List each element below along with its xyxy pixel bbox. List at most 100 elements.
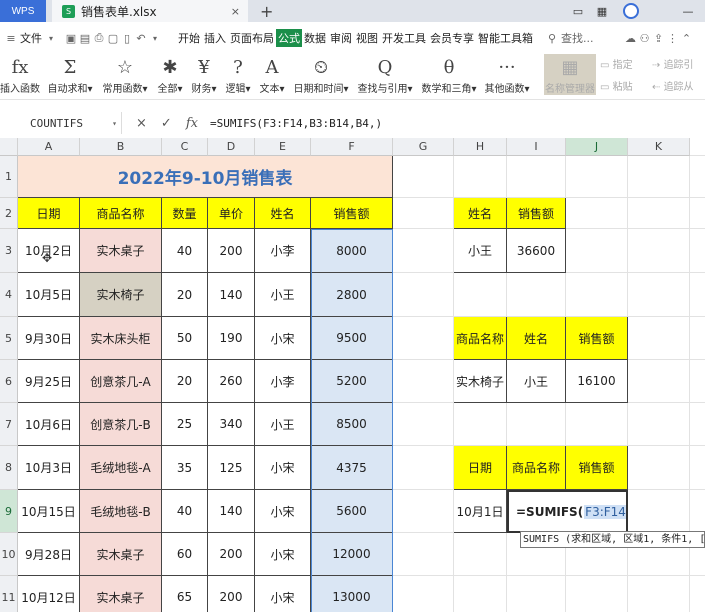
table-cell[interactable]: 25 — [162, 403, 208, 446]
layout-icon[interactable]: ▭ — [568, 0, 588, 22]
cloud-sync-icon[interactable]: ☁ — [624, 31, 638, 45]
menu-tab-insert[interactable]: 插入 — [202, 30, 228, 46]
table-cell[interactable]: 140 — [208, 273, 255, 317]
table-cell[interactable]: 340 — [208, 403, 255, 446]
lookup3-header[interactable]: 日期 — [454, 446, 507, 490]
lookup2-value[interactable]: 实木椅子 — [454, 360, 507, 403]
menu-tab-developer[interactable]: 开发工具 — [380, 30, 428, 46]
undo-icon[interactable]: ↶ — [134, 31, 148, 45]
trace-dependents-button[interactable]: ⇠ 追踪从 — [652, 78, 694, 93]
lookup3-date[interactable]: 10月1日 — [454, 490, 507, 533]
table-cell[interactable]: 10月12日 — [18, 576, 80, 612]
menu-tab-smart-toolbox[interactable]: 智能工具箱 — [476, 30, 535, 46]
all-functions-button[interactable]: ✱ 全部▾ — [154, 54, 186, 96]
collaborate-icon[interactable]: ⚇ — [638, 31, 652, 45]
row-header-10[interactable]: 10 — [0, 533, 18, 576]
chevron-down-icon[interactable]: ▾ — [44, 31, 58, 45]
confirm-icon[interactable]: ✓ — [161, 116, 172, 131]
table-cell[interactable]: 10月15日 — [18, 490, 80, 533]
wps-home-tab[interactable]: WPS — [0, 0, 46, 22]
table-cell[interactable]: 实木椅子 — [80, 273, 162, 317]
table-cell[interactable]: 200 — [208, 576, 255, 612]
hamburger-menu-icon[interactable]: ≡ — [4, 31, 18, 45]
table-cell[interactable]: 实木桌子 — [80, 533, 162, 576]
table-cell[interactable]: 65 — [162, 576, 208, 612]
fx-icon[interactable]: fx — [186, 116, 198, 131]
table-cell[interactable]: 小宋 — [255, 576, 311, 612]
column-header-c[interactable]: C — [162, 138, 208, 156]
row-header-7[interactable]: 7 — [0, 403, 18, 446]
financial-button[interactable]: ¥ 财务▾ — [188, 54, 220, 96]
print-icon[interactable]: ⎙ — [92, 31, 106, 45]
column-header-e[interactable]: E — [255, 138, 311, 156]
row-header-2[interactable]: 2 — [0, 198, 18, 229]
name-box[interactable]: COUNTIFS ▾ — [0, 112, 122, 134]
lookup-reference-button[interactable]: Q 查找与引用▾ — [354, 54, 416, 96]
row-header-1[interactable]: 1 — [0, 156, 18, 198]
lookup2-header[interactable]: 销售额 — [566, 317, 628, 360]
lookup3-formula-cell[interactable]: =SUMIFS(F3:F14,B3:B14,B4,) — [507, 490, 628, 533]
preview-icon[interactable]: ▢ — [106, 31, 120, 45]
row-header-9[interactable]: 9 — [0, 490, 18, 533]
lookup2-header[interactable]: 姓名 — [507, 317, 566, 360]
table-header[interactable]: 单价 — [208, 198, 255, 229]
paste-name-button[interactable]: ▭ 粘贴 — [600, 78, 633, 93]
text-button[interactable]: A 文本▾ — [256, 54, 288, 96]
table-cell[interactable]: 200 — [208, 533, 255, 576]
close-tab-icon[interactable]: × — [231, 5, 240, 18]
lookup3-header[interactable]: 销售额 — [566, 446, 628, 490]
share-icon[interactable]: ⇪ — [652, 31, 666, 45]
table-cell[interactable]: 小李 — [255, 360, 311, 403]
date-time-button[interactable]: ⏲ 日期和时间▾ — [290, 54, 352, 96]
table-header[interactable]: 商品名称 — [80, 198, 162, 229]
table-header[interactable]: 销售额 — [311, 198, 393, 229]
table-cell[interactable]: 小李 — [255, 229, 311, 273]
define-name-button[interactable]: ▭ 指定 — [600, 56, 633, 71]
table-cell[interactable]: 190 — [208, 317, 255, 360]
table-cell[interactable]: 10月3日 — [18, 446, 80, 490]
column-header-d[interactable]: D — [208, 138, 255, 156]
formula-input[interactable]: =SUMIFS(F3:F14,B3:B14,B4,) — [210, 117, 382, 130]
lookup2-value[interactable]: 小王 — [507, 360, 566, 403]
pdf-icon[interactable]: ▤ — [78, 31, 92, 45]
table-cell[interactable]: 20 — [162, 273, 208, 317]
math-trig-button[interactable]: θ 数学和三角▾ — [418, 54, 480, 96]
worksheet-grid[interactable]: A B C D E F G H I J K 1 2 3 4 5 6 7 8 9 10 11 2022年9-10月销售表 日期商… — [0, 138, 705, 612]
save-icon[interactable]: ▣ — [64, 31, 78, 45]
table-cell[interactable]: 9月30日 — [18, 317, 80, 360]
insert-function-button[interactable]: fx 插入函数 — [0, 54, 40, 96]
logical-button[interactable]: ? 逻辑▾ — [222, 54, 254, 96]
select-all-corner[interactable] — [0, 138, 18, 156]
column-header-k[interactable]: K — [628, 138, 690, 156]
new-tab-icon[interactable]: + — [260, 2, 273, 21]
lookup3-header[interactable]: 商品名称 — [507, 446, 566, 490]
row-header-11[interactable]: 11 — [0, 576, 18, 612]
table-cell[interactable]: 35 — [162, 446, 208, 490]
table-header[interactable]: 数量 — [162, 198, 208, 229]
table-cell[interactable]: 10月5日 — [18, 273, 80, 317]
column-header-j[interactable]: J — [566, 138, 628, 156]
format-painter-icon[interactable]: ▯ — [120, 31, 134, 45]
menu-tab-data[interactable]: 数据 — [302, 30, 328, 46]
chevron-down-icon[interactable]: ▾ — [112, 119, 117, 128]
table-cell[interactable]: 小宋 — [255, 490, 311, 533]
search-box[interactable]: 查找... — [559, 30, 596, 46]
table-cell[interactable]: 创意茶几-B — [80, 403, 162, 446]
table-cell[interactable]: 125 — [208, 446, 255, 490]
table-cell[interactable]: 60 — [162, 533, 208, 576]
common-functions-button[interactable]: ☆ 常用函数▾ — [100, 54, 150, 96]
more-icon[interactable]: ⋮ — [666, 31, 680, 45]
column-header-g[interactable]: G — [393, 138, 454, 156]
grid-view-icon[interactable]: ▦ — [592, 0, 612, 22]
table-header[interactable]: 姓名 — [255, 198, 311, 229]
trace-precedents-button[interactable]: ⇢ 追踪引 — [652, 56, 694, 71]
menu-tab-review[interactable]: 审阅 — [328, 30, 354, 46]
table-cell[interactable]: 200 — [208, 229, 255, 273]
table-cell[interactable]: 50 — [162, 317, 208, 360]
wps-cloud-icon[interactable] — [618, 0, 644, 22]
row-header-6[interactable]: 6 — [0, 360, 18, 403]
autosum-button[interactable]: Σ 自动求和▾ — [46, 54, 94, 96]
column-header-i[interactable]: I — [507, 138, 566, 156]
table-cell[interactable]: 创意茶几-A — [80, 360, 162, 403]
column-header-f[interactable]: F — [311, 138, 393, 156]
